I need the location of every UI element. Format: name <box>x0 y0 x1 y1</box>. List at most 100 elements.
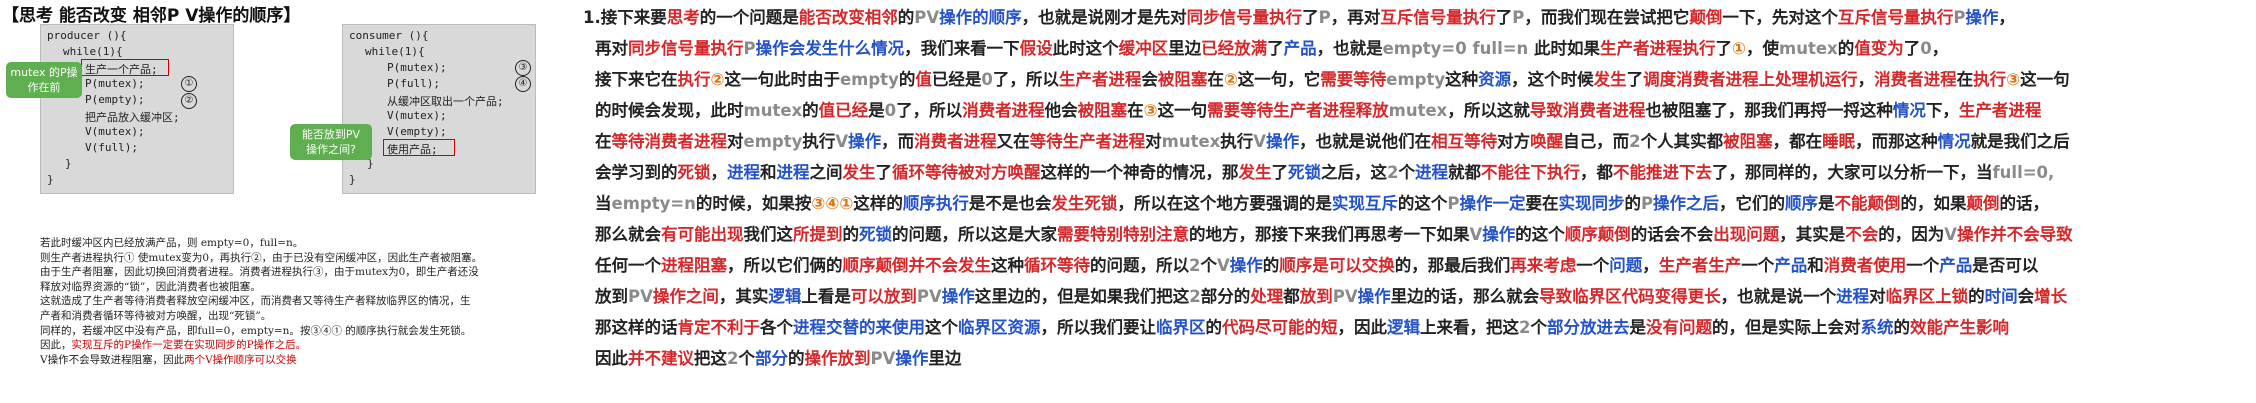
paragraph-segment: 的问题，所以 <box>1090 256 1189 275</box>
note-line: 产者和消费者循环等待被对方唤醒，出现“死锁”。 <box>40 309 272 322</box>
paragraph-segment: 了 <box>1302 8 1319 27</box>
paragraph-segment: 等待生产者进程 <box>1029 132 1146 151</box>
paragraph-segment: 值变为 <box>1854 39 1904 58</box>
paragraph-segment: 睡眠 <box>1822 132 1856 151</box>
paragraph-segment: 的 <box>898 70 916 89</box>
note-emphasis: 实现互斥的P操作一定要在实现同步的P操作之后。 <box>71 339 307 352</box>
paragraph-segment: 在 <box>595 132 612 151</box>
paragraph-segment: 操作 <box>1357 287 1391 306</box>
code-line: 把产品放入缓冲区; <box>85 111 180 124</box>
paragraph-segment: 部分的 <box>1200 287 1251 306</box>
paragraph-segment: 肯定不利于 <box>677 318 761 337</box>
paragraph-segment: 操作之间 <box>652 287 719 306</box>
note-line: 释放对临界资源的“锁”，因此消费者也被阻塞。 <box>40 280 261 293</box>
paragraph-segment: 消费者进程 <box>914 132 997 151</box>
paragraph-segment: 进程 <box>727 163 760 182</box>
paragraph-segment: V <box>1216 256 1230 275</box>
paragraph-segment: 需要等待生产者进程释放 <box>1207 101 1389 120</box>
paragraph-segment: 这种 <box>991 256 1024 275</box>
paragraph-segment: 当 <box>595 194 612 213</box>
paragraph-line: 任何一个进程阻塞，所以它们俩的顺序颠倒并不会发生这种循环等待的问题，所以2个V操… <box>595 252 2038 276</box>
paragraph-segment: 有可能出现 <box>661 225 744 244</box>
paragraph-segment: 是 <box>868 101 885 120</box>
paragraph-segment: 的时候，如果按 <box>695 194 812 213</box>
note-text: V操作不会导致进程阻塞，因此 <box>40 353 185 366</box>
paragraph-segment: 会 <box>2017 287 2035 306</box>
paragraph-segment: ，再对 <box>1330 8 1381 27</box>
paragraph-segment: ，都在 <box>1772 132 1823 151</box>
paragraph-segment: 操作放到 <box>804 349 871 368</box>
paragraph-segment: 临界区资源 <box>958 318 1041 337</box>
code-line: V(mutex); <box>85 125 145 138</box>
paragraph-segment: 死锁 <box>1288 163 1321 182</box>
paragraph-segment: 的问题，所以这是大家 <box>892 225 1057 244</box>
paragraph-segment: 执行 <box>677 70 711 89</box>
step-mark: ① <box>181 76 197 92</box>
paragraph-segment: 所提到 <box>793 225 843 244</box>
note-line: 由于生产者阻塞，因此切换回消费者进程。消费者进程执行③，由于mutex为0，即生… <box>40 266 479 279</box>
paragraph-segment: 进程 <box>776 163 810 182</box>
paragraph-segment: ，而我们现在尝试把它 <box>1524 8 1690 27</box>
paragraph-segment: 了 <box>1267 39 1284 58</box>
paragraph-segment: 需要等待 <box>1320 70 1387 89</box>
paragraph-segment: 的，那最后我们 <box>1394 256 1511 275</box>
paragraph-segment: P <box>1318 8 1331 27</box>
paragraph-segment: 执行 <box>802 132 836 151</box>
paragraph-segment: 任何一个 <box>595 256 661 275</box>
paragraph-segment: ，其实 <box>718 287 769 306</box>
paragraph-segment: ，所以它们俩的 <box>727 256 843 275</box>
paragraph-segment: ， <box>1998 8 2015 27</box>
paragraph-segment: ，使 <box>1746 39 1780 58</box>
code-line: P(full); <box>387 77 440 90</box>
paragraph-segment: 了，所以 <box>992 70 1059 89</box>
paragraph-segment: 1.接下来要 <box>583 8 667 27</box>
paragraph-segment: 资源 <box>1478 70 1512 89</box>
paragraph-segment: 值 <box>915 70 932 89</box>
paragraph-segment: 的 <box>842 225 860 244</box>
paragraph-segment: 是不是也会 <box>968 194 1052 213</box>
paragraph-segment: 在 <box>1956 70 1974 89</box>
paragraph-segment: P <box>1640 194 1654 213</box>
paragraph-segment: 缓冲区 <box>1118 39 1169 58</box>
paragraph-segment: 顺序是可以交换 <box>1279 256 1395 275</box>
paragraph-segment: 他会 <box>1044 101 1078 120</box>
paragraph-line: 1.接下来要思考的一个问题是能否改变相邻的PV操作的顺序，也就是说刚才是先对同步… <box>583 4 2015 28</box>
paragraph-segment: mutex <box>1779 39 1838 58</box>
paragraph-segment: 的这个 <box>1397 194 1448 213</box>
paragraph-segment: 执行 <box>1220 132 1254 151</box>
paragraph-segment: 顺序颠倒 <box>1564 225 1631 244</box>
paragraph-segment: 问题 <box>1609 256 1643 275</box>
paragraph-segment: 要在 <box>1525 194 1559 213</box>
step-mark: ② <box>181 93 197 109</box>
paragraph-segment: V <box>835 132 849 151</box>
paragraph-segment: 了 <box>1715 39 1733 58</box>
paragraph-segment: 都 <box>1283 287 1300 306</box>
paragraph-segment: 再对 <box>595 39 628 58</box>
callout-text: 能否放到PV 操作之间? <box>301 128 361 156</box>
paragraph-line: 会学习到的死锁，进程和进程之间发生了循环等待被对方唤醒这样的一个神奇的情况，那发… <box>595 159 2054 183</box>
paragraph-segment: ，也就是说刚才是先对 <box>1021 8 1187 27</box>
paragraph-segment: 对 <box>727 132 744 151</box>
paragraph-segment: P <box>1512 8 1525 27</box>
paragraph-segment: 消费者进程 <box>962 101 1045 120</box>
paragraph-line: 在等待消费者进程对empty执行V操作，而消费者进程又在等待生产者进程对mute… <box>595 128 2070 152</box>
paragraph-segment: ② <box>710 70 725 89</box>
paragraph-segment: PV <box>1332 287 1358 306</box>
paragraph-segment: 消费者进程 <box>1874 70 1957 89</box>
paragraph-segment: 个 <box>1398 163 1415 182</box>
paragraph-segment: 上来看，把这 <box>1420 318 1519 337</box>
paragraph-segment: 操作 <box>1482 225 1516 244</box>
paragraph-segment: ，它们的 <box>1719 194 1786 213</box>
paragraph-segment: 2 <box>1519 318 1531 337</box>
paragraph-segment: 的这个 <box>1515 225 1565 244</box>
paragraph-segment: 等待消费者进程 <box>611 132 728 151</box>
paragraph-segment: ，这个时候 <box>1511 70 1594 89</box>
paragraph-segment: mutex <box>743 101 803 120</box>
paragraph-segment: 产品 <box>1774 256 1808 275</box>
note-line: 因此，实现互斥的P操作一定要在实现同步的P操作之后。 <box>40 338 575 353</box>
paragraph-segment: 被阻塞 <box>1723 132 1773 151</box>
paragraph-segment: 操作会发生什么 <box>755 39 872 58</box>
paragraph-segment: 了，那同样的，大家可以分析一下，当 <box>1711 163 1993 182</box>
paragraph-segment: 临界区 <box>1156 318 1206 337</box>
paragraph-segment: ，我们来看一下 <box>904 39 1020 58</box>
